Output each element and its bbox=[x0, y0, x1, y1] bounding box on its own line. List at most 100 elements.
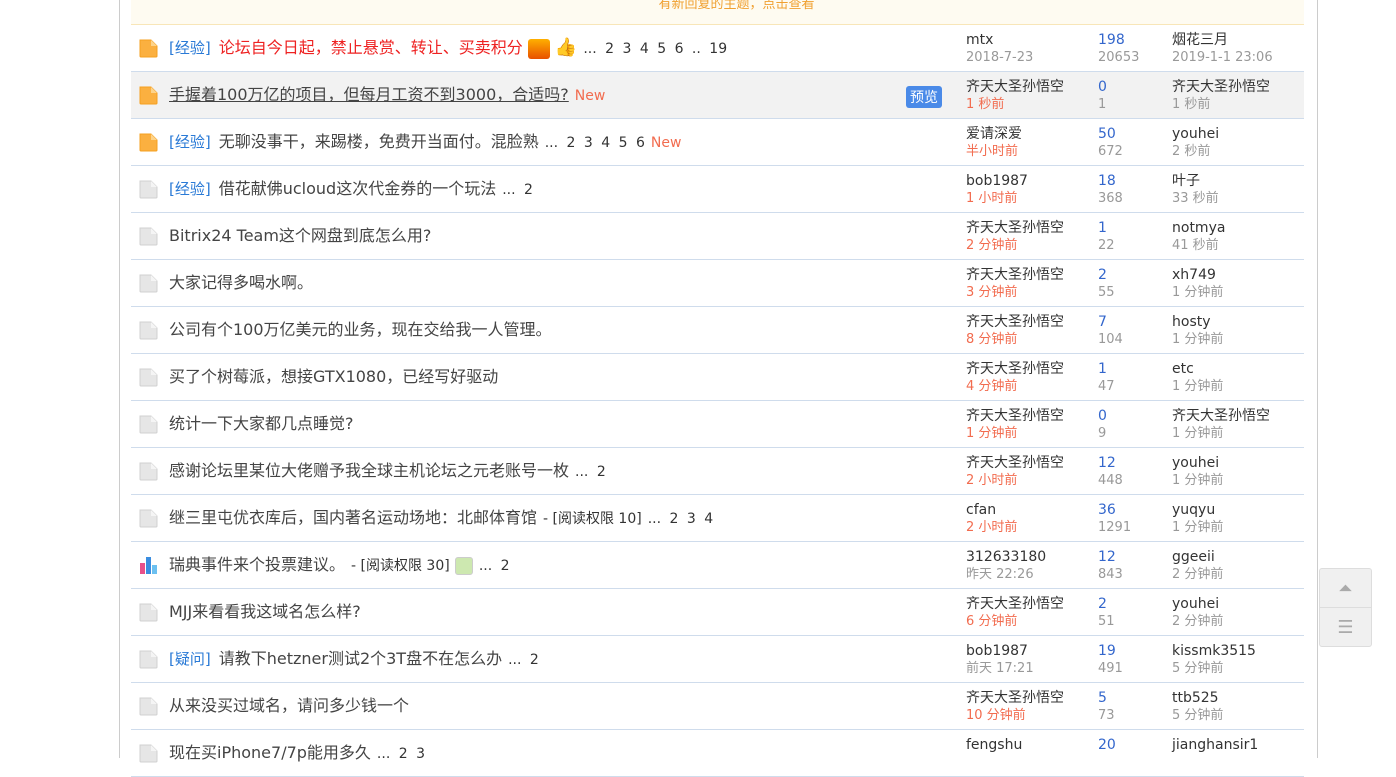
reply-count[interactable]: 12 bbox=[1098, 455, 1123, 472]
author-link[interactable]: bob1987 bbox=[966, 173, 1028, 190]
thread-title-link[interactable]: 借花献佛ucloud这次代金券的一个玩法 bbox=[219, 179, 496, 198]
author-link[interactable]: 齐天大圣孙悟空 bbox=[966, 314, 1064, 331]
author-link[interactable]: mtx bbox=[966, 32, 1033, 49]
hot-folder-icon[interactable] bbox=[139, 38, 159, 58]
folder-icon[interactable] bbox=[139, 273, 159, 293]
folder-icon[interactable] bbox=[139, 414, 159, 434]
last-post-time[interactable]: 2 分钟前 bbox=[1172, 566, 1223, 583]
last-post-time[interactable]: 1 分钟前 bbox=[1172, 519, 1223, 536]
last-post-time[interactable]: 1 分钟前 bbox=[1172, 284, 1223, 301]
poll-icon[interactable] bbox=[139, 555, 159, 575]
last-poster-link[interactable]: ggeeii bbox=[1172, 549, 1223, 566]
hot-folder-icon[interactable] bbox=[139, 85, 159, 105]
folder-icon[interactable] bbox=[139, 461, 159, 481]
last-poster-link[interactable]: youhei bbox=[1172, 455, 1223, 472]
folder-icon[interactable] bbox=[139, 743, 159, 763]
last-poster-link[interactable]: kissmk3515 bbox=[1172, 643, 1256, 660]
thread-title-link[interactable]: 瑞典事件来个投票建议。 bbox=[169, 555, 345, 574]
thread-title-link[interactable]: 从来没买过域名，请问多少钱一个 bbox=[169, 696, 409, 715]
folder-icon[interactable] bbox=[139, 179, 159, 199]
page-links[interactable]: ... 2 bbox=[575, 464, 606, 480]
last-post-time[interactable]: 5 分钟前 bbox=[1172, 707, 1223, 724]
reply-count[interactable]: 2 bbox=[1098, 267, 1115, 284]
author-link[interactable]: bob1987 bbox=[966, 643, 1034, 660]
last-post-time[interactable]: 2 分钟前 bbox=[1172, 613, 1223, 630]
last-post-time[interactable]: 1 分钟前 bbox=[1172, 378, 1223, 395]
last-poster-link[interactable]: jianghansir1 bbox=[1172, 737, 1258, 754]
reply-count[interactable]: 36 bbox=[1098, 502, 1131, 519]
thread-category-link[interactable]: [经验] bbox=[169, 180, 211, 198]
forum-list-button[interactable]: ☰ bbox=[1320, 608, 1371, 647]
author-link[interactable]: cfan bbox=[966, 502, 1017, 519]
last-poster-link[interactable]: notmya bbox=[1172, 220, 1225, 237]
reply-count[interactable]: 0 bbox=[1098, 79, 1107, 96]
folder-icon[interactable] bbox=[139, 696, 159, 716]
last-post-time[interactable]: 1 秒前 bbox=[1172, 96, 1270, 113]
author-link[interactable]: 齐天大圣孙悟空 bbox=[966, 361, 1064, 378]
thread-title-link[interactable]: 无聊没事干，来踢楼，免费开当面付。混脸熟 bbox=[219, 132, 539, 151]
preview-button[interactable]: 预览 bbox=[906, 86, 942, 108]
last-post-time[interactable]: 33 秒前 bbox=[1172, 190, 1219, 207]
folder-icon[interactable] bbox=[139, 602, 159, 622]
folder-icon[interactable] bbox=[139, 649, 159, 669]
reply-count[interactable]: 0 bbox=[1098, 408, 1107, 425]
thread-title-link[interactable]: MJJ来看看我这域名怎么样? bbox=[169, 602, 361, 621]
reply-count[interactable]: 1 bbox=[1098, 361, 1115, 378]
last-post-time[interactable]: 1 分钟前 bbox=[1172, 331, 1223, 348]
reply-count[interactable]: 12 bbox=[1098, 549, 1123, 566]
author-link[interactable]: 齐天大圣孙悟空 bbox=[966, 455, 1064, 472]
thread-title-link[interactable]: 大家记得多喝水啊。 bbox=[169, 273, 313, 292]
last-post-time[interactable]: 1 分钟前 bbox=[1172, 472, 1223, 489]
thread-title-link[interactable]: 手握着100万亿的项目，但每月工资不到3000，合适吗? bbox=[169, 85, 569, 104]
last-poster-link[interactable]: 叶子 bbox=[1172, 173, 1219, 190]
reply-count[interactable]: 1 bbox=[1098, 220, 1115, 237]
folder-icon[interactable] bbox=[139, 226, 159, 246]
back-to-top-button[interactable]: ⏶ bbox=[1320, 569, 1371, 608]
thread-title-link[interactable]: Bitrix24 Team这个网盘到底怎么用? bbox=[169, 226, 431, 245]
author-link[interactable]: 齐天大圣孙悟空 bbox=[966, 220, 1064, 237]
author-link[interactable]: 312633180 bbox=[966, 549, 1046, 566]
reply-count[interactable]: 198 bbox=[1098, 32, 1139, 49]
reply-count[interactable]: 2 bbox=[1098, 596, 1115, 613]
reply-count[interactable]: 18 bbox=[1098, 173, 1123, 190]
thread-title-link[interactable]: 感谢论坛里某位大佬赠予我全球主机论坛之元老账号一枚 bbox=[169, 461, 569, 480]
last-post-time[interactable]: 2 秒前 bbox=[1172, 143, 1219, 160]
author-link[interactable]: 齐天大圣孙悟空 bbox=[966, 408, 1064, 425]
thread-title-link[interactable]: 买了个树莓派，想接GTX1080，已经写好驱动 bbox=[169, 367, 498, 386]
reply-count[interactable]: 20 bbox=[1098, 737, 1116, 754]
thread-category-link[interactable]: [疑问] bbox=[169, 650, 211, 668]
author-link[interactable]: fengshu bbox=[966, 737, 1022, 754]
author-link[interactable]: 爱请深爱 bbox=[966, 126, 1022, 143]
thread-title-link[interactable]: 继三里屯优衣库后，国内著名运动场地：北邮体育馆 bbox=[169, 508, 537, 527]
folder-icon[interactable] bbox=[139, 508, 159, 528]
thread-title-link[interactable]: 公司有个100万亿美元的业务，现在交给我一人管理。 bbox=[169, 320, 552, 339]
last-poster-link[interactable]: yuqyu bbox=[1172, 502, 1223, 519]
page-links[interactable]: ... 2 bbox=[502, 182, 533, 198]
author-link[interactable]: 齐天大圣孙悟空 bbox=[966, 79, 1064, 96]
last-post-time[interactable]: 1 分钟前 bbox=[1172, 425, 1270, 442]
author-link[interactable]: 齐天大圣孙悟空 bbox=[966, 267, 1064, 284]
thread-category-link[interactable]: [经验] bbox=[169, 39, 211, 57]
folder-icon[interactable] bbox=[139, 367, 159, 387]
author-link[interactable]: 齐天大圣孙悟空 bbox=[966, 690, 1064, 707]
hot-folder-icon[interactable] bbox=[139, 132, 159, 152]
thread-title-link[interactable]: 现在买iPhone7/7p能用多久 bbox=[169, 743, 371, 762]
last-post-time[interactable]: 2019-1-1 23:06 bbox=[1172, 49, 1273, 66]
page-links[interactable]: ... 2 3 bbox=[377, 746, 425, 762]
reply-count[interactable]: 19 bbox=[1098, 643, 1123, 660]
last-poster-link[interactable]: 齐天大圣孙悟空 bbox=[1172, 79, 1270, 96]
author-link[interactable]: 齐天大圣孙悟空 bbox=[966, 596, 1064, 613]
page-links[interactable]: ... 2 3 4 5 6 .. 19 bbox=[583, 41, 727, 57]
folder-icon[interactable] bbox=[139, 320, 159, 340]
page-links[interactable]: ... 2 3 4 5 6 bbox=[545, 135, 645, 151]
last-poster-link[interactable]: 齐天大圣孙悟空 bbox=[1172, 408, 1270, 425]
thread-category-link[interactable]: [经验] bbox=[169, 133, 211, 151]
last-poster-link[interactable]: hosty bbox=[1172, 314, 1223, 331]
last-poster-link[interactable]: xh749 bbox=[1172, 267, 1223, 284]
page-links[interactable]: ... 2 3 4 bbox=[648, 511, 713, 527]
last-poster-link[interactable]: ttb525 bbox=[1172, 690, 1223, 707]
last-post-time[interactable]: 41 秒前 bbox=[1172, 237, 1225, 254]
thread-title-link[interactable]: 论坛自今日起，禁止悬赏、转让、买卖积分 bbox=[219, 38, 523, 57]
last-poster-link[interactable]: 烟花三月 bbox=[1172, 32, 1273, 49]
reply-count[interactable]: 5 bbox=[1098, 690, 1115, 707]
